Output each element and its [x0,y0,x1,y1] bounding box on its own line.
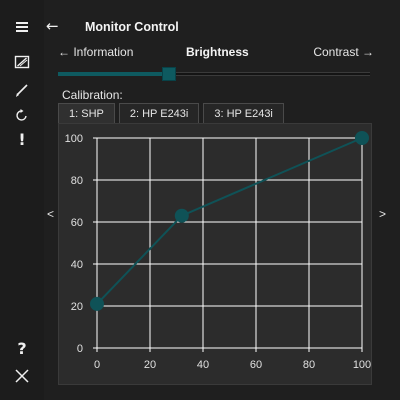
back-arrow-icon[interactable]: ← [46,17,59,35]
brightness-slider[interactable] [58,66,370,82]
help-icon[interactable]: ? [12,339,32,359]
hamburger-menu-icon[interactable] [12,17,32,37]
calibration-point[interactable] [90,296,104,311]
screen-edit-icon[interactable] [12,52,32,72]
slider-fill [58,72,169,76]
calibration-line [96,137,363,305]
window-title: Monitor Control [85,20,179,34]
tab-calibration-1[interactable]: 1: SHP [58,103,115,124]
refresh-icon[interactable] [12,105,32,125]
x-tick-label: 0 [94,359,100,371]
x-tick-label: 20 [144,359,156,371]
y-tick-label: 80 [71,175,83,187]
x-tick-label: 40 [197,359,209,371]
help-glyph: ? [17,339,27,358]
y-tick-label: 100 [65,133,83,145]
y-tick-label: 60 [71,217,83,229]
nav-current-title: Brightness [186,45,249,59]
close-icon[interactable] [12,366,32,386]
x-tick-label: 100 [353,359,371,371]
slider-thumb[interactable] [162,67,176,81]
sidebar: ! ? [0,0,44,400]
x-tick-label: 80 [303,359,315,371]
exclamation-icon[interactable]: ! [12,130,32,150]
tab-calibration-2[interactable]: 2: HP E243i [118,103,200,124]
exclamation-glyph: ! [18,130,26,149]
y-tick-label: 40 [71,259,83,271]
nav-prev-link[interactable]: ← Information [58,45,133,59]
calibration-tabs: 1: SHP 2: HP E243i 3: HP E243i [58,103,288,124]
brush-icon[interactable] [12,80,32,100]
x-tick-label: 60 [250,359,262,371]
calibration-chart[interactable]: 0 20 40 60 80 100 0 20 40 60 80 100 [59,124,371,384]
calibration-chart-panel: 0 20 40 60 80 100 0 20 40 60 80 100 [58,123,372,385]
y-tick-label: 0 [77,343,83,355]
left-chevron-icon[interactable]: < [47,207,54,221]
y-tick-label: 20 [71,301,83,313]
right-chevron-icon[interactable]: > [379,207,386,221]
nav-next-link[interactable]: Contrast → [313,45,374,59]
calibration-label: Calibration: [62,88,123,102]
calibration-point[interactable] [355,131,369,145]
calibration-point[interactable] [174,208,189,223]
tab-calibration-3[interactable]: 3: HP E243i [203,103,284,124]
